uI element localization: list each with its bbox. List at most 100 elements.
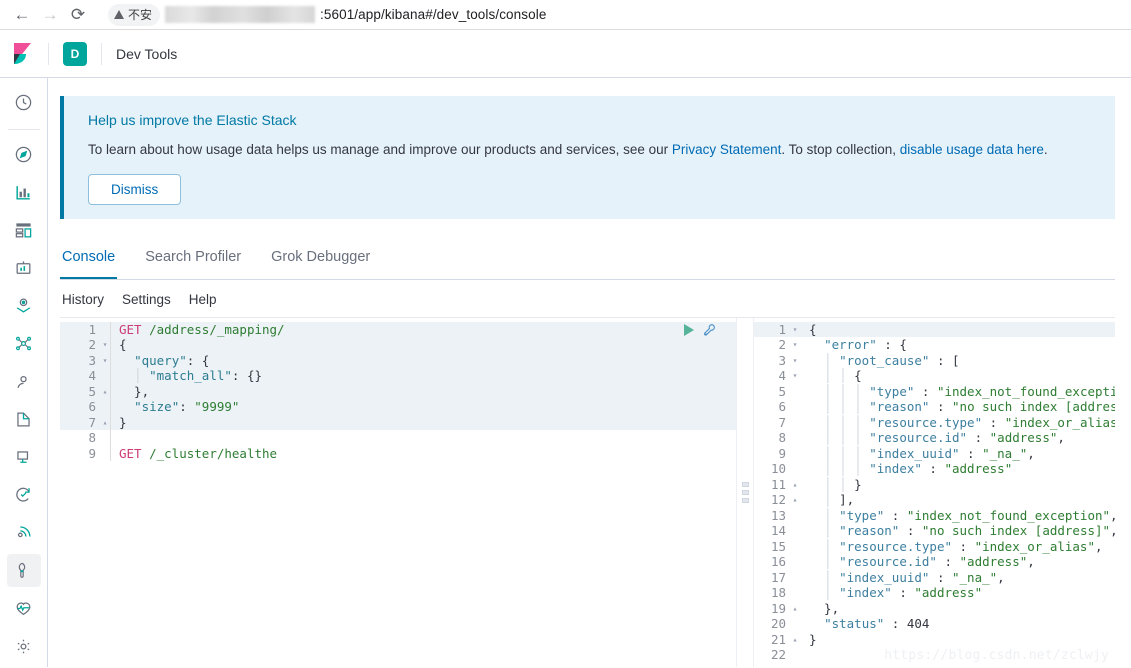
response-line-number: 14 (770, 523, 786, 539)
fold-toggle-icon[interactable]: ▾ (790, 337, 800, 353)
code-text: │ │ │ "index" : "address" (809, 461, 1013, 477)
submenu-item-settings[interactable]: Settings (122, 292, 171, 307)
code-text: "error" : { (824, 337, 907, 353)
back-icon[interactable]: ← (8, 1, 36, 29)
security-warning-badge[interactable]: 不安 (108, 3, 161, 26)
metrics-icon (17, 450, 29, 463)
sidebar-divider (7, 128, 40, 130)
response-line-number: 4 (778, 368, 786, 384)
sidebar-item-uptime[interactable] (7, 478, 41, 512)
request-editor[interactable]: 1 GET /address/_mapping/2 ▾{3 ▾ "query": {4… (60, 317, 736, 667)
compass-icon (15, 146, 32, 163)
kibana-logo-icon[interactable] (0, 30, 48, 78)
response-line-number: 15 (770, 538, 786, 554)
code-line: 22 (754, 647, 1115, 663)
sidebar-item-machine-learning[interactable] (7, 365, 41, 399)
code-line: 16 │ "resource.id" : "address", (754, 554, 1115, 570)
code-line: 5 │ │ │ "type" : "index_not_found_except… (754, 384, 1115, 400)
play-icon[interactable] (684, 323, 694, 336)
sidebar-item-apm[interactable] (7, 516, 41, 550)
code-line: 1 GET /address/_mapping/ (60, 321, 736, 338)
dismiss-button[interactable]: Dismiss (88, 173, 182, 205)
wrench-icon[interactable] (702, 322, 718, 338)
response-line-number: 20 (770, 616, 786, 632)
fold-toggle-icon[interactable]: ▴ (790, 492, 800, 508)
response-line-number: 19 (770, 600, 786, 616)
code-text: GET /address/_mapping/ (119, 321, 285, 337)
fold-toggle-icon[interactable]: ▴ (790, 632, 800, 648)
fold-toggle-icon[interactable]: ▴ (790, 601, 800, 617)
code-text: { (119, 337, 127, 353)
sidebar-item-metrics[interactable] (7, 440, 41, 474)
code-text: } (809, 631, 817, 647)
response-line-number: 1 (778, 321, 786, 337)
sidebar-item-monitoring[interactable] (7, 591, 41, 625)
tab-search-profiler[interactable]: Search Profiler (143, 239, 243, 279)
banner-title: Help us improve the Elastic Stack (88, 112, 297, 128)
response-line-number: 8 (778, 430, 786, 446)
response-line-number: 22 (770, 647, 786, 663)
code-line: 21 ▴} (754, 632, 1115, 648)
sidebar-item-canvas[interactable] (7, 251, 41, 285)
tab-console[interactable]: Console (60, 239, 118, 279)
code-text: "size": "9999" (134, 399, 240, 415)
fold-toggle-icon[interactable]: ▾ (100, 353, 110, 369)
forward-icon[interactable]: → (36, 1, 64, 29)
code-text: │ ], (809, 492, 855, 508)
code-line: 6 "size": "9999" (60, 399, 736, 415)
request-line-number: 6 (88, 399, 96, 415)
heartbeat-icon (16, 602, 31, 615)
code-text: }, (119, 383, 150, 399)
code-line: 4 ▾ │ │ { (754, 368, 1115, 384)
submenu-item-help[interactable]: Help (189, 292, 217, 307)
fold-toggle-icon[interactable]: ▴ (100, 384, 110, 400)
code-line: 7 ▴} (60, 414, 736, 431)
banner-text-pre: To learn about how usage data helps us m… (88, 142, 672, 157)
sidebar-item-dev-tools[interactable] (6, 553, 41, 588)
space-badge[interactable]: D (63, 41, 87, 66)
request-line-number: 7 (88, 414, 96, 430)
dashboard-icon (15, 223, 32, 238)
sidebar-item-maps[interactable] (7, 289, 41, 323)
code-line: 19 ▴ }, (754, 601, 1115, 617)
reload-icon[interactable]: ⟳ (64, 1, 92, 29)
sidebar-item-management[interactable] (7, 629, 41, 663)
sidebar-item-dashboard[interactable] (7, 213, 41, 247)
code-line: 9 │ │ │ "index_uuid" : "_na_", (754, 446, 1115, 462)
code-text: │ "resource.type" : "index_or_alias", (809, 538, 1103, 554)
tab-grok-debugger[interactable]: Grok Debugger (269, 239, 372, 279)
code-text: │ "index" : "address" (809, 585, 983, 601)
privacy-statement-link[interactable]: Privacy Statement (672, 142, 782, 157)
sidebar-item-logs[interactable] (7, 402, 41, 436)
response-line-number: 7 (778, 414, 786, 430)
submenu-item-history[interactable]: History (62, 292, 104, 307)
banner-text-post: . (1043, 142, 1048, 157)
disable-usage-data-link[interactable]: disable usage data here (900, 142, 1044, 157)
sidebar-item-visualize[interactable] (7, 176, 41, 210)
code-line: 18 │ "index" : "address" (754, 585, 1115, 601)
address-bar[interactable]: 不安 :5601/app/kibana#/dev_tools/console (98, 3, 1123, 27)
fold-toggle-icon[interactable]: ▾ (790, 322, 800, 338)
code-text: │ "match_all": {} (119, 368, 263, 384)
fold-toggle-icon[interactable]: ▾ (100, 337, 110, 353)
response-line-number: 5 (778, 383, 786, 399)
fold-toggle-icon[interactable]: ▾ (790, 368, 800, 384)
code-text: │ │ │ "index_uuid" : "_na_", (809, 445, 1035, 461)
editor-resize-handle[interactable] (736, 317, 754, 667)
sidebar-item-graph[interactable] (7, 327, 41, 361)
sidebar-item-recently-viewed[interactable] (7, 86, 41, 120)
code-line: 5 ▴ }, (60, 383, 736, 400)
code-text: }, (809, 600, 840, 616)
request-code[interactable]: 1 GET /address/_mapping/2 ▾{3 ▾ "query": {4… (60, 318, 736, 462)
response-editor[interactable]: 1 ▾{2 ▾ "error" : {3 ▾ │ "root_cause" : [4 ▾… (754, 317, 1115, 667)
fold-toggle-icon[interactable]: ▾ (790, 353, 800, 369)
security-label: 不安 (128, 8, 153, 22)
banner-body: To learn about how usage data helps us m… (88, 140, 1099, 160)
sidebar-item-discover[interactable] (7, 138, 41, 172)
fold-toggle-icon[interactable]: ▴ (790, 477, 800, 493)
code-line: 14 │ "reason" : "no such index [address]… (754, 523, 1115, 539)
fold-toggle-icon[interactable]: ▴ (100, 415, 110, 431)
code-line: 2 ▾ "error" : { (754, 337, 1115, 353)
response-line-number: 3 (778, 352, 786, 368)
warning-triangle-icon (114, 10, 124, 19)
